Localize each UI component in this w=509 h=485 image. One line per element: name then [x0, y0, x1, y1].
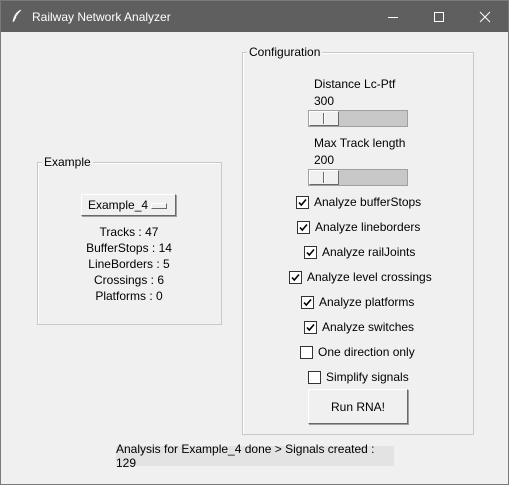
- checkbox[interactable]: [304, 245, 317, 259]
- check-platforms[interactable]: Analyze platforms: [301, 294, 414, 310]
- check-label: Analyze platforms: [319, 295, 415, 309]
- window-title: Railway Network Analyzer: [32, 10, 171, 24]
- checkbox[interactable]: [308, 370, 321, 384]
- example-group-label: Example: [42, 155, 93, 169]
- close-icon: [479, 11, 491, 23]
- check-bufferstops[interactable]: Analyze bufferStops: [296, 194, 421, 210]
- max-track-label: Max Track length: [314, 136, 406, 150]
- feather-icon: [10, 9, 24, 23]
- example-select[interactable]: Example_4: [81, 194, 176, 216]
- check-level-crossings[interactable]: Analyze level crossings: [289, 269, 432, 285]
- stat-crossings: Crossings : 6: [93, 273, 165, 287]
- check-label: Analyze bufferStops: [314, 195, 422, 209]
- check-lineborders[interactable]: Analyze lineborders: [297, 219, 420, 235]
- checkbox[interactable]: [289, 270, 302, 284]
- check-label: Analyze switches: [322, 320, 415, 334]
- maximize-icon: [433, 11, 445, 23]
- check-railjoints[interactable]: Analyze railJoints: [304, 244, 415, 260]
- check-switches[interactable]: Analyze switches: [304, 319, 414, 335]
- maximize-button[interactable]: [416, 1, 462, 32]
- max-track-slider[interactable]: [308, 169, 408, 186]
- minimize-icon: [387, 11, 399, 23]
- check-one-direction[interactable]: One direction only: [300, 344, 415, 360]
- option-menu-indicator-icon: [151, 203, 167, 209]
- distance-value: 300: [314, 94, 335, 108]
- stat-lineborders: LineBorders : 5: [88, 257, 170, 271]
- stat-bufferstops: BufferStops : 14: [86, 241, 172, 255]
- distance-slider-handle[interactable]: [309, 111, 339, 126]
- checkmark-icon: [299, 223, 308, 231]
- example-select-value: Example_4: [88, 198, 149, 212]
- title-bar[interactable]: Railway Network Analyzer: [1, 1, 508, 32]
- stat-platforms: Platforms : 0: [95, 289, 163, 303]
- check-simplify-signals[interactable]: Simplify signals: [308, 369, 409, 385]
- check-label: Analyze level crossings: [307, 270, 432, 284]
- minimize-button[interactable]: [370, 1, 416, 32]
- checkmark-icon: [303, 298, 312, 306]
- configuration-group-label: Configuration: [247, 45, 323, 59]
- checkbox[interactable]: [297, 220, 310, 234]
- checkbox[interactable]: [301, 295, 314, 309]
- check-label: Analyze railJoints: [322, 245, 416, 259]
- check-label: Analyze lineborders: [315, 220, 421, 234]
- max-track-value: 200: [314, 153, 335, 167]
- checkmark-icon: [306, 323, 315, 331]
- max-track-slider-handle[interactable]: [309, 170, 339, 185]
- close-button[interactable]: [462, 1, 508, 32]
- run-rna-button[interactable]: Run RNA!: [308, 389, 408, 424]
- status-text: Analysis for Example_4 done > Signals cr…: [116, 442, 375, 470]
- distance-label: Distance Lc-Ptf: [314, 77, 396, 91]
- app-window: Railway Network Analyzer Example Example…: [0, 0, 509, 485]
- checkmark-icon: [306, 248, 315, 256]
- checkbox[interactable]: [296, 195, 309, 209]
- checkmark-icon: [298, 198, 307, 206]
- check-label: Simplify signals: [326, 370, 409, 384]
- run-rna-label: Run RNA!: [330, 399, 386, 414]
- checkmark-icon: [291, 273, 300, 281]
- status-bar: Analysis for Example_4 done > Signals cr…: [116, 442, 394, 470]
- checkbox[interactable]: [304, 320, 317, 334]
- stat-tracks: Tracks : 47: [99, 225, 159, 239]
- checkbox[interactable]: [300, 345, 313, 359]
- main-content: Example Example_4 Tracks : 47 BufferStop…: [1, 32, 508, 484]
- check-label: One direction only: [318, 345, 415, 359]
- distance-slider[interactable]: [308, 110, 408, 127]
